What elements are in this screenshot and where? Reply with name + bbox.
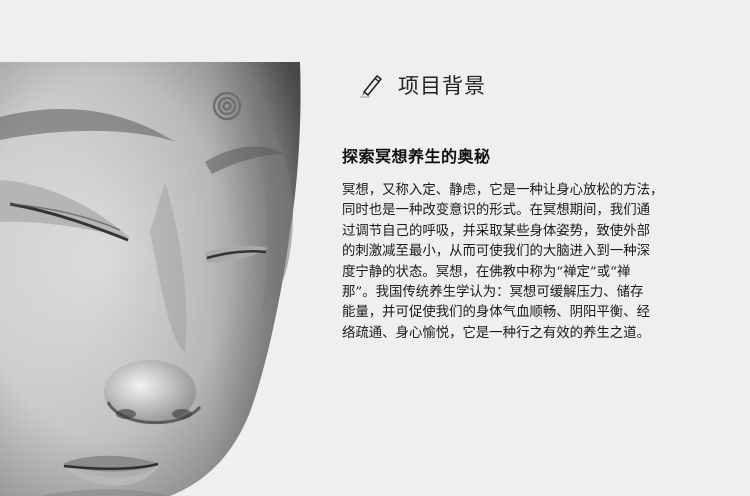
buddha-face-illustration: [0, 62, 320, 496]
section-title: 项目背景: [398, 74, 486, 98]
article-body: 冥想，又称入定、静虑，它是一种让身心放松的方法， 同时也是一种改变意识的形式。在…: [342, 183, 664, 341]
slide-page: 项目背景 探索冥想养生的奥秘 冥想，又称入定、静虑，它是一种让身心放松的方法， …: [0, 0, 750, 496]
section-header: 项目背景: [358, 70, 486, 100]
pencil-icon: [358, 72, 384, 98]
article-heading: 探索冥想养生的奥秘: [342, 147, 491, 166]
